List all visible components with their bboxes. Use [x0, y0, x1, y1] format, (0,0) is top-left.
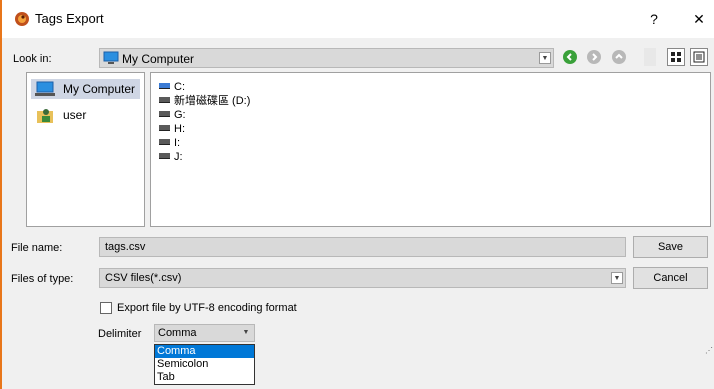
file-type-value: CSV files(*.csv) — [105, 272, 182, 284]
user-icon — [37, 109, 53, 123]
drive-label: I: — [174, 137, 181, 149]
computer-icon — [103, 51, 119, 64]
window-border — [0, 0, 2, 389]
window-title: Tags Export — [35, 11, 104, 26]
drive-icon — [159, 97, 170, 104]
drive-item[interactable]: 新增磁碟區 (D:) — [159, 95, 250, 108]
drive-icon — [159, 125, 170, 132]
chevron-down-icon: ▼ — [242, 329, 250, 336]
file-type-combo[interactable]: CSV files(*.csv) ▼ — [99, 268, 626, 288]
app-icon — [15, 12, 29, 26]
chevron-down-icon: ▼ — [539, 52, 551, 64]
delimiter-combo[interactable]: Comma ▼ — [154, 324, 255, 342]
help-button[interactable]: ? — [640, 6, 668, 32]
resize-grip-icon[interactable]: ⋰ — [705, 346, 713, 355]
back-icon[interactable] — [563, 50, 577, 64]
parent-folder-icon[interactable] — [612, 50, 626, 64]
sidebar-item-label: My Computer — [63, 82, 136, 96]
file-name-input[interactable]: tags.csv — [99, 237, 626, 257]
delimiter-option-semicolon[interactable]: Semicolon — [155, 358, 254, 371]
look-in-combo[interactable]: My Computer ▼ — [99, 48, 554, 68]
delimiter-label: Delimiter — [98, 328, 142, 340]
cancel-button[interactable]: Cancel — [633, 267, 708, 289]
title-bar: Tags Export ? ✕ — [2, 0, 714, 38]
file-name-value: tags.csv — [105, 241, 146, 253]
utf8-label: Export file by UTF-8 encoding format — [117, 302, 297, 314]
new-folder-icon[interactable] — [644, 48, 656, 66]
sidebar-item-label: user — [63, 108, 87, 122]
drive-label: J: — [174, 151, 183, 163]
close-button[interactable]: ✕ — [685, 6, 713, 32]
computer-icon — [35, 81, 55, 96]
file-list-panel: C: 新增磁碟區 (D:) G: H: I: J: — [150, 72, 711, 227]
drive-label: C: — [174, 81, 185, 93]
delimiter-dropdown-list: Comma Semicolon Tab — [154, 344, 255, 385]
delimiter-option-tab[interactable]: Tab — [155, 371, 254, 384]
system-drive-icon — [159, 83, 170, 90]
tags-export-dialog: Tags Export ? ✕ Look in: My Computer ▼ M… — [0, 0, 714, 389]
drive-item[interactable]: C: — [159, 81, 185, 94]
utf8-checkbox[interactable] — [100, 302, 112, 314]
sidebar-panel: My Computer user — [26, 72, 145, 227]
drive-icon — [159, 111, 170, 118]
detail-view-icon[interactable] — [690, 48, 708, 66]
drive-item[interactable]: I: — [159, 137, 180, 150]
drive-item[interactable]: G: — [159, 109, 186, 122]
delimiter-option-comma[interactable]: Comma — [155, 345, 254, 358]
delimiter-value: Comma — [158, 327, 197, 339]
look-in-value: My Computer — [122, 52, 195, 66]
drive-label: G: — [174, 109, 186, 121]
forward-icon[interactable] — [587, 50, 601, 64]
drive-item[interactable]: H: — [159, 123, 185, 136]
save-button[interactable]: Save — [633, 236, 708, 258]
sidebar-item-my-computer[interactable]: My Computer — [31, 79, 140, 99]
chevron-down-icon: ▼ — [611, 272, 623, 284]
drive-item[interactable]: J: — [159, 151, 183, 164]
files-of-type-label: Files of type: — [11, 273, 74, 285]
drive-label: H: — [174, 123, 185, 135]
file-name-label: File name: — [11, 242, 63, 254]
sidebar-item-user[interactable]: user — [31, 105, 140, 125]
list-view-icon[interactable] — [667, 48, 685, 66]
drive-icon — [159, 139, 170, 146]
drive-icon — [159, 153, 170, 160]
look-in-label: Look in: — [13, 53, 52, 65]
drive-label: 新增磁碟區 (D:) — [174, 95, 251, 107]
